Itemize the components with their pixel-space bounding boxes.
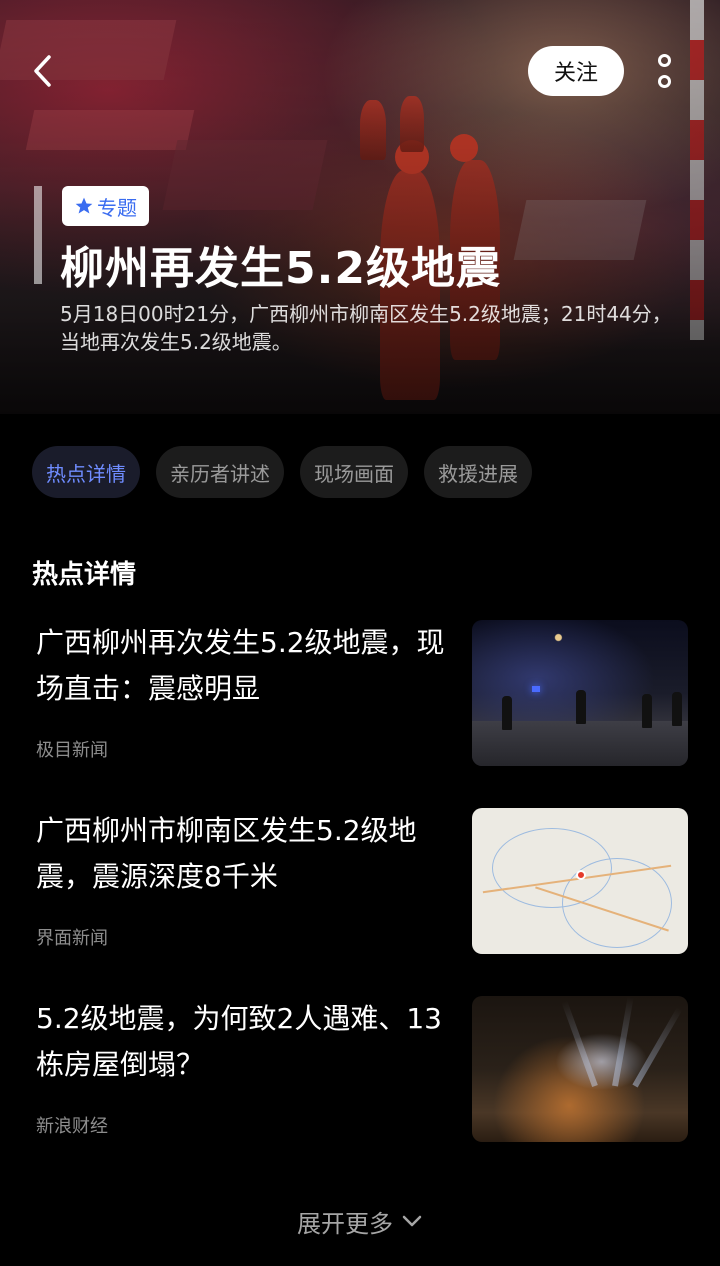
news-title: 广西柳州再次发生5.2级地震，现场直击：震感明显 — [36, 626, 445, 705]
star-icon — [75, 197, 93, 214]
page-title: 柳州再发生5.2级地震 — [60, 243, 501, 294]
tab-eyewitness[interactable]: 亲历者讲述 — [156, 446, 284, 498]
news-item[interactable]: 广西柳州市柳南区发生5.2级地震，震源深度8千米 界面新闻 — [36, 808, 688, 954]
news-item[interactable]: 广西柳州再次发生5.2级地震，现场直击：震感明显 极目新闻 — [36, 620, 688, 766]
more-dot-icon — [657, 75, 671, 88]
chevron-down-icon — [402, 1215, 422, 1227]
light-beam — [632, 1006, 683, 1088]
topic-tabs: 热点详情 亲历者讲述 现场画面 救援进展 — [32, 446, 532, 498]
person-silhouette — [576, 690, 586, 724]
news-thumbnail — [472, 996, 688, 1142]
topic-tag-label: 专题 — [97, 195, 137, 220]
tab-scene-footage[interactable]: 现场画面 — [300, 446, 408, 498]
news-item[interactable]: 5.2级地震，为何致2人遇难、13栋房屋倒塌？ 新浪财经 — [36, 996, 688, 1142]
tab-hot-details[interactable]: 热点详情 — [32, 446, 140, 498]
more-options-button[interactable] — [644, 46, 684, 96]
news-title: 5.2级地震，为何致2人遇难、13栋房屋倒塌？ — [36, 1002, 442, 1081]
follow-button[interactable]: 关注 — [528, 46, 624, 96]
news-title: 广西柳州市柳南区发生5.2级地震，震源深度8千米 — [36, 814, 417, 893]
back-arrow-icon — [34, 55, 51, 87]
back-button[interactable] — [22, 50, 64, 92]
news-thumbnail — [472, 620, 688, 766]
person-silhouette — [502, 696, 512, 730]
person-silhouette — [672, 692, 682, 726]
topic-tag: 专题 — [62, 186, 149, 226]
topic-accent-bar — [34, 186, 42, 284]
topic-page: 关注 专题 柳州再发生5.2级地震 5月18日00时21分，广西柳州市柳南区发生… — [0, 0, 720, 1266]
news-thumbnail — [472, 808, 688, 954]
expand-more-label: 展开更多 — [297, 1209, 393, 1238]
news-source: 界面新闻 — [36, 928, 108, 949]
topic-description: 5月18日00时21分，广西柳州市柳南区发生5.2级地震；21时44分，当地再次… — [60, 302, 672, 354]
person-silhouette — [642, 694, 652, 728]
expand-more-button[interactable]: 展开更多 — [0, 1196, 720, 1246]
light-beam — [561, 1000, 598, 1088]
tab-rescue-progress[interactable]: 救援进展 — [424, 446, 532, 498]
news-source: 极目新闻 — [36, 740, 108, 761]
police-light — [532, 686, 540, 692]
light-beam — [612, 996, 634, 1087]
hero-banner: 关注 专题 柳州再发生5.2级地震 5月18日00时21分，广西柳州市柳南区发生… — [0, 0, 720, 414]
epicenter-pin-icon — [576, 870, 586, 880]
section-title: 热点详情 — [32, 560, 137, 590]
news-source: 新浪财经 — [36, 1116, 108, 1137]
more-dot-icon — [657, 54, 671, 67]
